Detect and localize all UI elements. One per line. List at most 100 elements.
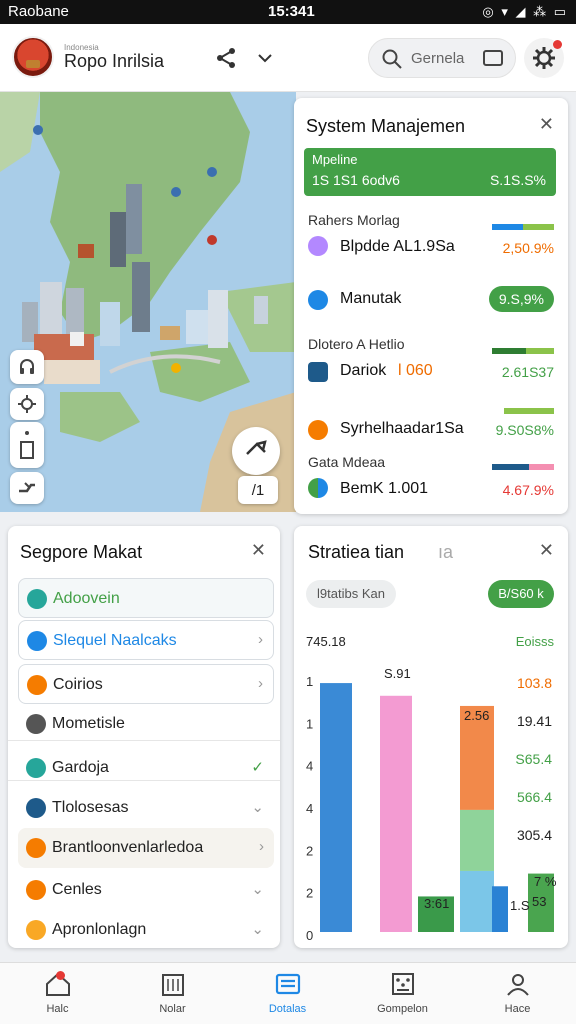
coin-icon <box>27 675 47 695</box>
market-list-item[interactable]: Apronlonlagn ⌄ <box>18 910 274 948</box>
carrier-label: Raobane <box>8 3 69 20</box>
stats-value-chip[interactable]: B/S60 k <box>488 580 554 608</box>
building-icon <box>26 798 46 818</box>
purple-leaf-icon <box>308 236 328 256</box>
y-tick-label: 4 <box>306 801 313 816</box>
market-item-label: Slequel Naalcaks <box>53 632 177 649</box>
chart-bar <box>492 886 508 932</box>
divider <box>8 780 280 781</box>
search-icon <box>382 49 402 69</box>
y-tick-label: 1 <box>306 674 313 689</box>
layers-icon[interactable] <box>10 422 44 468</box>
close-icon[interactable]: ✕ <box>539 114 554 135</box>
market-list-item[interactable]: Gardoja ✓ <box>18 748 274 788</box>
system-row[interactable]: Gata Mdeaa BemK 1.001 4.67.9% <box>306 452 560 506</box>
profile-icon <box>507 974 529 996</box>
app-header: Indonesia Ropo Inrilsia Gernela <box>0 24 576 92</box>
search-placeholder: Gernela <box>411 50 465 67</box>
market-list-item[interactable]: Cenles ⌄ <box>18 870 274 910</box>
navigate-icon[interactable] <box>232 427 280 475</box>
settings-button[interactable] <box>524 38 564 78</box>
market-item-trailing[interactable]: › <box>258 675 263 692</box>
market-panel-title: Segpore Makat <box>20 542 143 562</box>
market-item-trailing[interactable]: ⌄ <box>251 880 264 898</box>
scan-icon[interactable] <box>483 50 503 66</box>
search-bar[interactable]: Gernela <box>368 38 516 78</box>
market-item-label: Brantloonvenlarledoa <box>52 839 204 856</box>
row-progress <box>504 408 554 414</box>
system-row[interactable]: Manutak 9.S,9% <box>306 284 560 318</box>
row-value-pill: 9.S,9% <box>488 286 554 312</box>
nav-badge <box>56 971 65 980</box>
system-banner[interactable]: Mpeline 1S 1S1 6odv6 S.1S.S% <box>304 148 556 196</box>
system-row[interactable]: Syrhelhaadar1Sa 9.S0S8% <box>306 404 560 444</box>
globe-icon <box>308 290 328 310</box>
route-icon[interactable] <box>10 472 44 504</box>
row-value: 2.61S37 <box>501 364 554 380</box>
headset-icon[interactable] <box>10 350 44 384</box>
recenter-icon[interactable] <box>10 388 44 420</box>
y-tick-label: 0 <box>306 928 313 943</box>
stats-filter-chip[interactable]: l9tatibs Kan <box>306 580 396 608</box>
market-panel: Segpore Makat ✕ Adoovein Slequel Naalcaks… <box>8 526 280 948</box>
divider <box>8 740 280 741</box>
map-tool-button[interactable]: /1 <box>238 476 278 504</box>
row-caption: Rahers Morlag <box>308 212 400 228</box>
row-value: 4.67.9% <box>502 482 554 498</box>
row-name: Dariok <box>340 362 387 379</box>
chart-bar <box>380 695 412 932</box>
status-bar: Raobane 15:341 ◎ ▾ ◢ ⁂ ▭ <box>0 0 576 24</box>
brand-title: Ropo Inrilsia <box>64 51 165 71</box>
side-value-label: 305.4 <box>517 827 552 843</box>
y-tick-label: 4 <box>306 759 313 774</box>
market-list-item[interactable]: Tlolosesas ⌄ <box>18 788 274 828</box>
row-name: Syrhelhaadar1Sa <box>340 420 464 437</box>
bar-value-label: 3:61 <box>424 896 449 911</box>
status-icons: ◎ ▾ ◢ ⁂ ▭ <box>482 4 568 19</box>
market-item-trailing[interactable]: › <box>258 631 263 648</box>
bottom-navigation: Halc Nolar Dotalas Gompelon Hace <box>0 962 576 1024</box>
market-item-label: Apronlonlagn <box>52 921 147 938</box>
nav-item-hace[interactable]: Hace <box>460 963 575 1024</box>
coin-icon <box>26 880 46 900</box>
market-item-trailing[interactable]: › <box>259 838 264 855</box>
y-tick-label: 2 <box>306 843 313 858</box>
row-progress <box>492 464 554 470</box>
y-tick-label: 1 <box>306 716 313 731</box>
market-item-label: Gardoja <box>52 759 109 776</box>
market-list-item[interactable]: Slequel Naalcaks › <box>18 620 274 660</box>
row-value: 2,50.9% <box>502 240 554 256</box>
market-item-trailing[interactable]: ⌄ <box>251 920 264 938</box>
map-view[interactable]: /1 <box>0 92 296 512</box>
nav-label: Dotalas <box>268 1003 307 1015</box>
stats-panel: Stratiea tian ıa ✕ l9tatibs Kan B/S60 k … <box>294 526 568 948</box>
nav-item-dotalas[interactable]: Dotalas <box>230 963 345 1024</box>
market-item-label: Adoovein <box>53 590 120 607</box>
nav-item-halc[interactable]: Halc <box>0 963 115 1024</box>
market-list-item[interactable]: Adoovein <box>18 578 274 618</box>
share-icon[interactable] <box>212 44 240 72</box>
nav-item-nolar[interactable]: Nolar <box>115 963 230 1024</box>
market-item-trailing[interactable]: ⌄ <box>251 798 264 816</box>
close-icon[interactable]: ✕ <box>251 540 266 561</box>
row-caption: Dlotero A Hetlio <box>308 336 405 352</box>
nav-item-gompelon[interactable]: Gompelon <box>345 963 460 1024</box>
system-row[interactable]: Dlotero A Hetlio Dariok l 060 2.61S37 <box>306 334 560 388</box>
market-item-label: Mometisle <box>52 715 125 732</box>
stats-title-suffix: ıa <box>438 542 454 562</box>
clock: 15:341 <box>268 3 315 20</box>
market-list-item[interactable]: Brantloonvenlarledoa › <box>18 828 274 868</box>
close-icon[interactable]: ✕ <box>539 540 554 561</box>
bar-value-label: 53 <box>532 894 546 909</box>
market-item-trailing[interactable]: ✓ <box>251 758 264 776</box>
system-panel: System Manajemen ✕ Mpeline 1S 1S1 6odv6 … <box>294 98 568 514</box>
chevron-down-icon[interactable] <box>254 44 276 72</box>
market-list-item[interactable]: Coirios › <box>18 664 274 704</box>
market-list-item[interactable]: Mometisle <box>18 704 274 744</box>
y-tick-label: 2 <box>306 886 313 901</box>
nav-label: Nolar <box>159 1003 186 1015</box>
nav-label: Hace <box>504 1003 531 1015</box>
market-item-label: Coirios <box>53 676 103 693</box>
system-row[interactable]: Rahers Morlag Blpdde AL1.9Sa 2,50.9% <box>306 210 560 260</box>
bar-value-label: 2.56 <box>464 708 489 723</box>
